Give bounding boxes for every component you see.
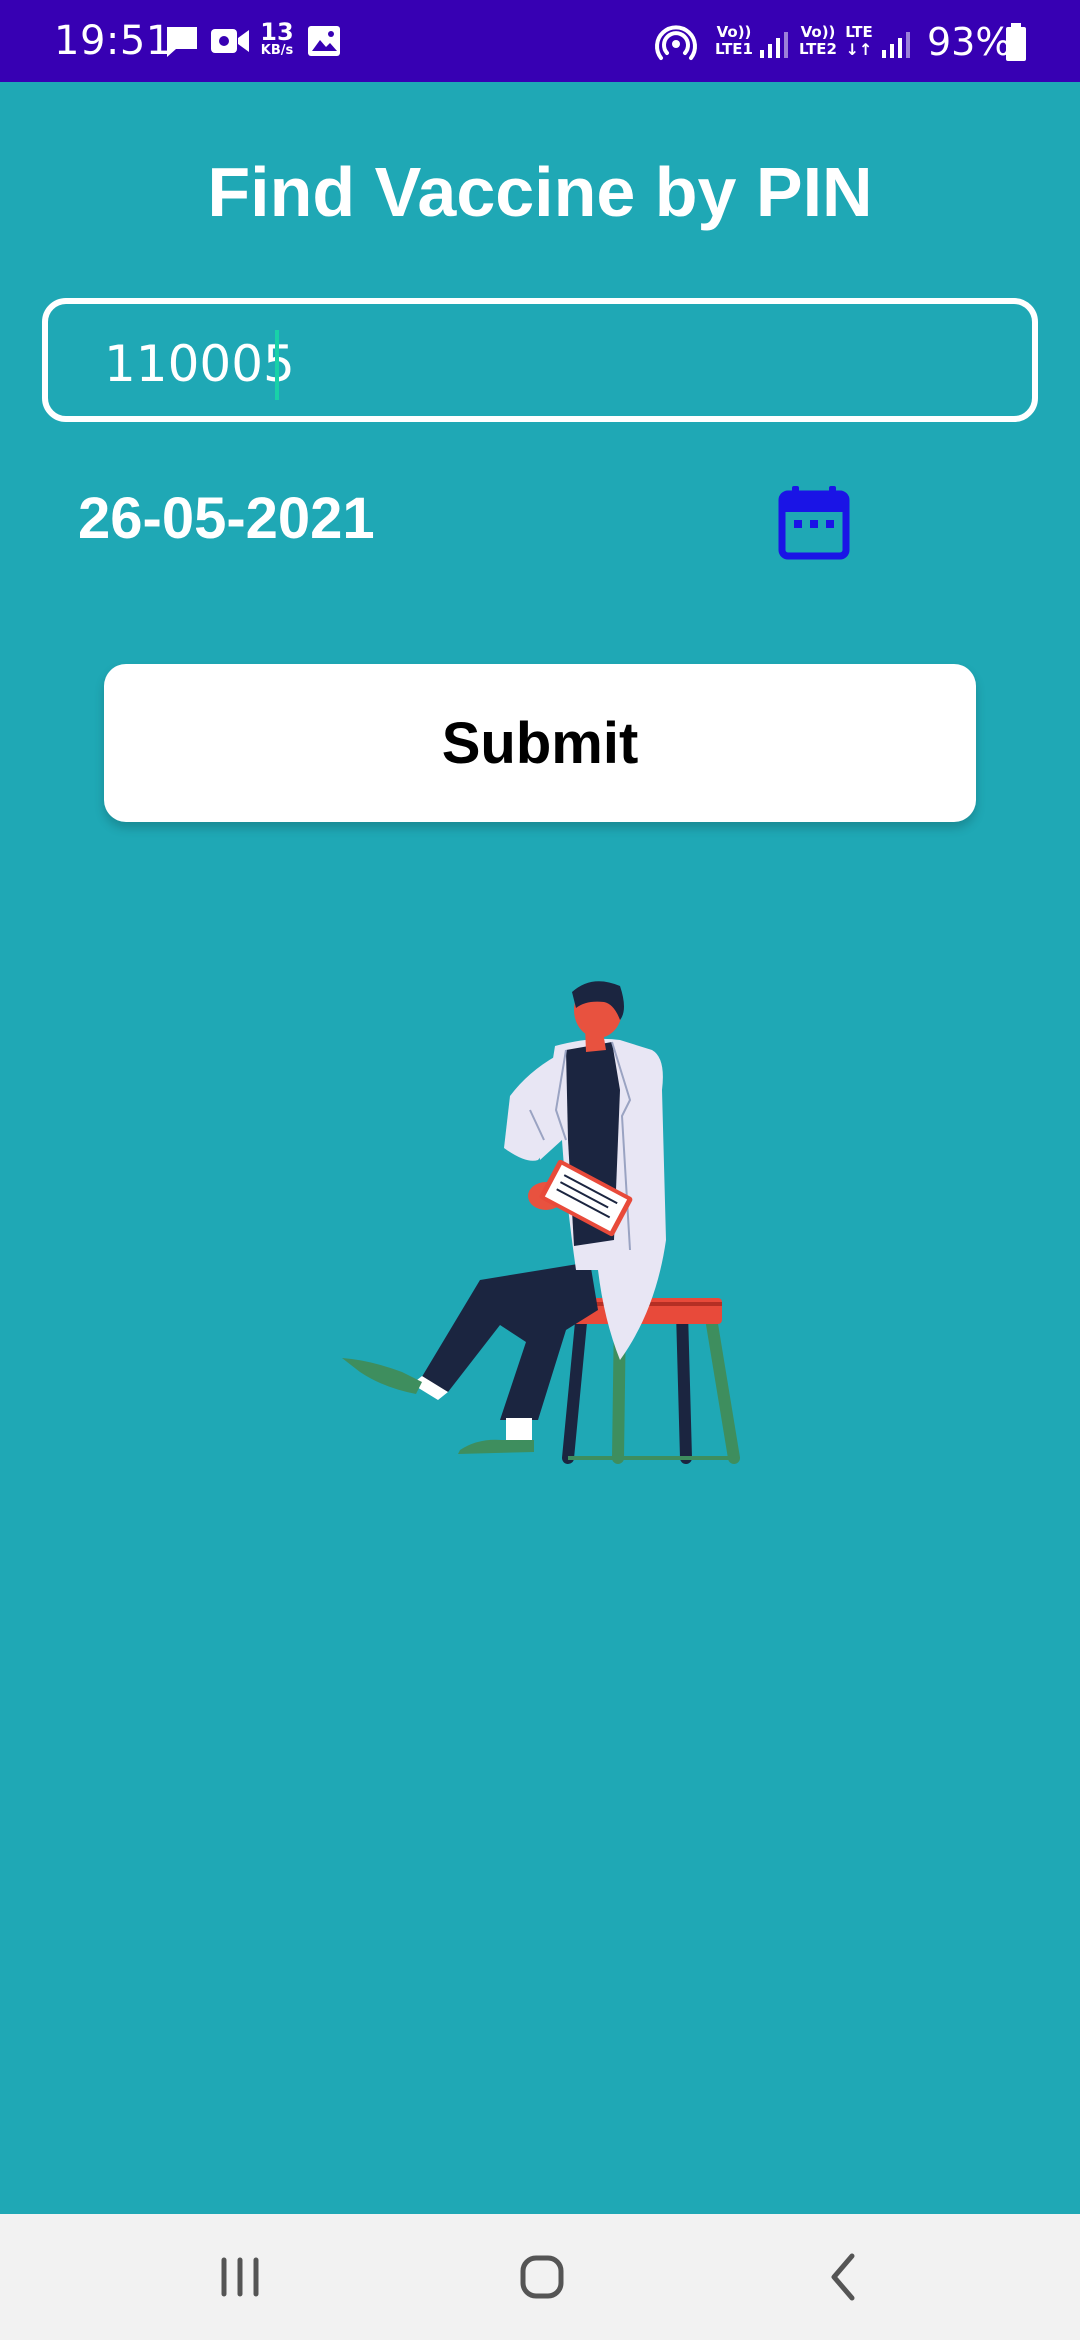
status-time: 19:51 bbox=[54, 18, 172, 64]
home-icon[interactable] bbox=[502, 2242, 582, 2312]
hotspot-icon bbox=[655, 25, 697, 60]
back-icon[interactable] bbox=[804, 2242, 884, 2312]
submit-button[interactable]: Submit bbox=[104, 664, 976, 822]
pin-input-value[interactable]: 110005 bbox=[104, 334, 295, 394]
sim2-label-bottom: LTE2 bbox=[799, 40, 837, 58]
signal-icon bbox=[882, 32, 910, 58]
battery-percentage: 93% bbox=[927, 20, 1012, 64]
selected-date: 26-05-2021 bbox=[78, 486, 375, 551]
sim1-label-top: Vo)) bbox=[716, 23, 752, 41]
page-title: Find Vaccine by PIN bbox=[207, 153, 873, 231]
sim2-label-top: Vo)) bbox=[800, 23, 836, 41]
network-speed-indicator: 13 KB/s bbox=[257, 20, 297, 58]
video-call-icon bbox=[211, 29, 249, 53]
navigation-bar bbox=[0, 2214, 1080, 2340]
sim2-data-indicator: LTE ↓↑ bbox=[842, 23, 876, 59]
battery-icon bbox=[1006, 23, 1026, 61]
sim1-label-bottom: LTE1 bbox=[715, 40, 753, 58]
seated-doctor-illustration bbox=[342, 981, 740, 1464]
sim2-label: Vo)) LTE2 bbox=[796, 24, 840, 58]
text-cursor bbox=[275, 330, 279, 400]
calendar-icon[interactable] bbox=[776, 482, 852, 562]
signal-icon bbox=[760, 32, 788, 58]
sim2-data-label: LTE bbox=[845, 23, 873, 41]
data-arrows-icon: ↓↑ bbox=[845, 40, 873, 59]
network-speed-unit: KB/s bbox=[260, 43, 294, 58]
network-speed-value: 13 bbox=[260, 18, 294, 46]
message-icon bbox=[167, 27, 197, 57]
recent-apps-icon[interactable] bbox=[200, 2242, 280, 2312]
pin-input[interactable]: 110005 bbox=[42, 298, 1038, 422]
status-bar: 19:51 13 KB/s Vo)) LTE1 Vo)) LTE2 LTE ↓↑… bbox=[0, 0, 1080, 82]
sim1-label: Vo)) LTE1 bbox=[712, 24, 756, 58]
image-icon bbox=[308, 26, 340, 56]
